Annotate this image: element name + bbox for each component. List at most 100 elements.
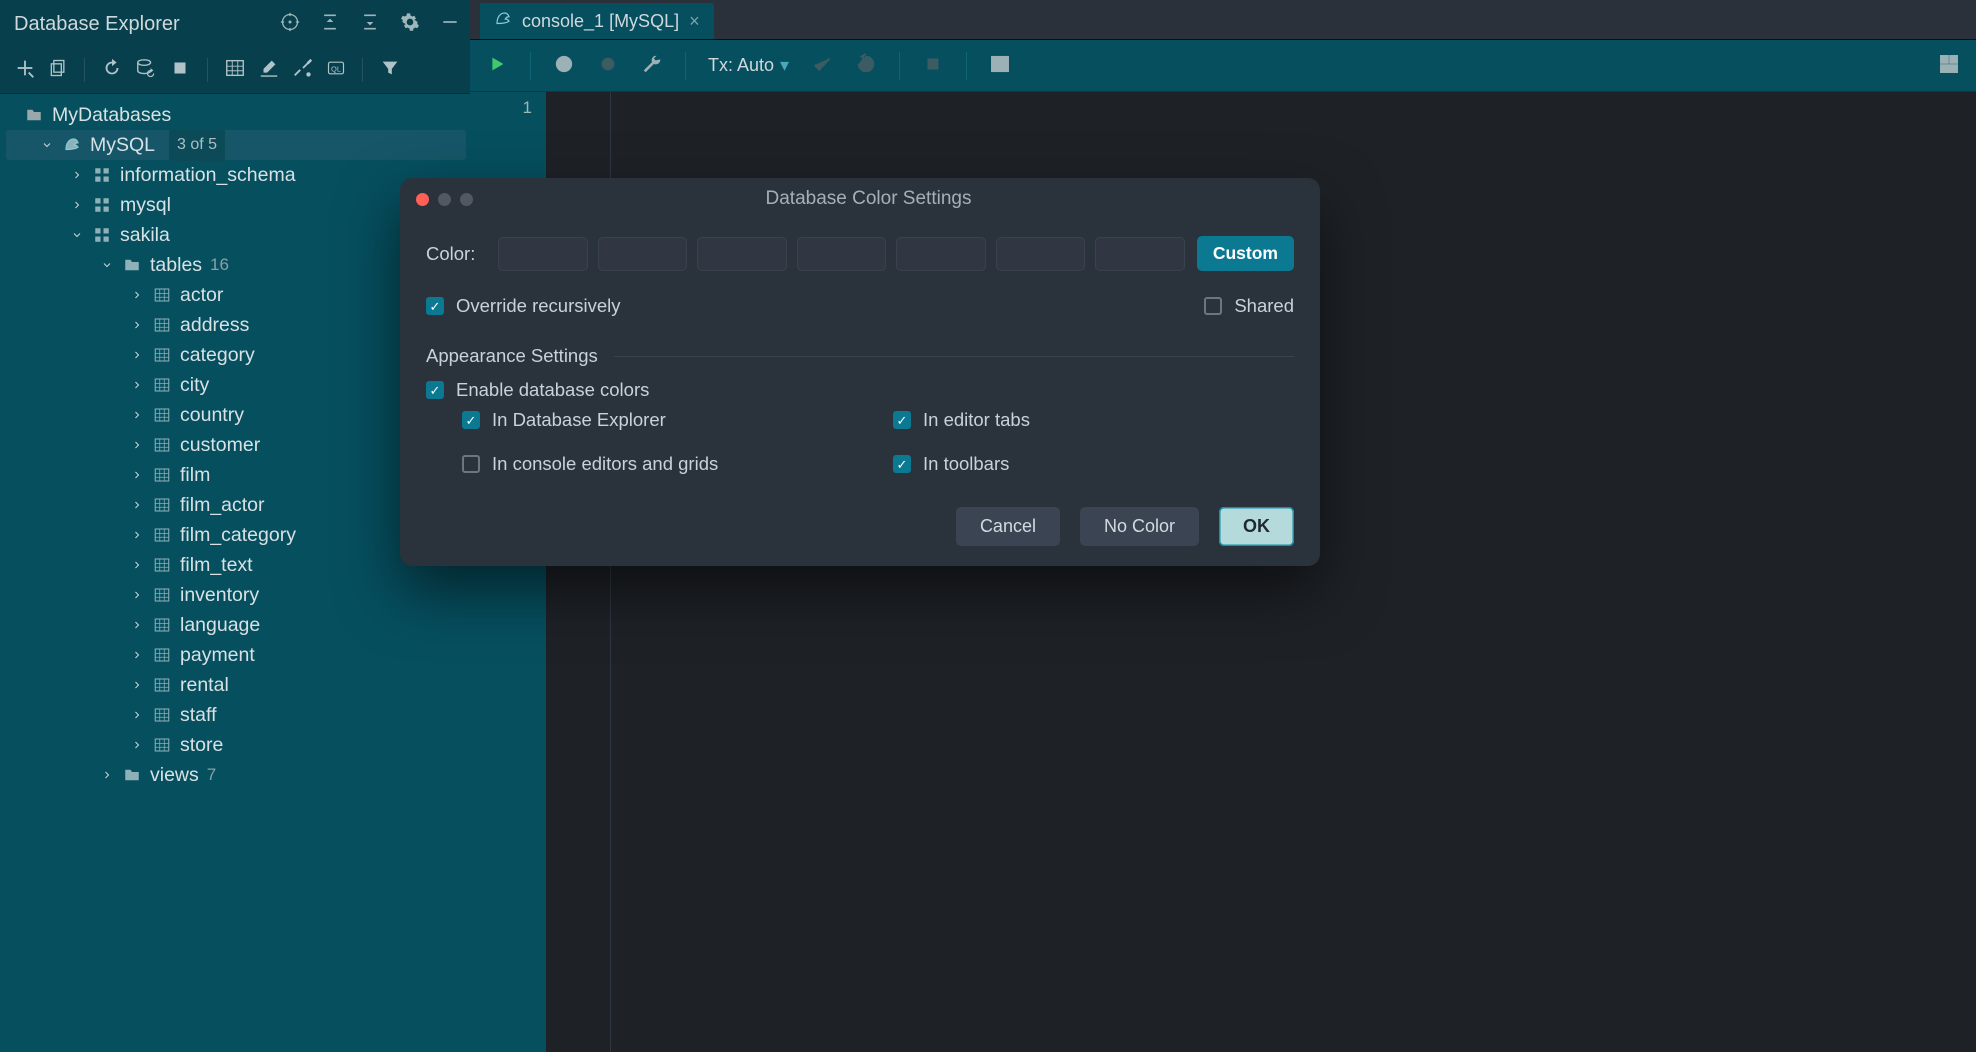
color-swatch-3[interactable] xyxy=(697,237,787,271)
filter-icon[interactable] xyxy=(379,57,401,82)
tree-node-table-actor[interactable]: actor xyxy=(6,280,466,310)
tree-node-table-city[interactable]: city xyxy=(6,370,466,400)
tree-node-tables-folder[interactable]: tables 16 xyxy=(6,250,466,280)
commit-icon[interactable] xyxy=(811,53,833,78)
color-label: Color: xyxy=(426,243,486,265)
editor-tab-console1[interactable]: console_1 [MySQL] × xyxy=(480,3,714,39)
settings-icon[interactable] xyxy=(400,12,420,35)
color-swatch-6[interactable] xyxy=(996,237,1086,271)
tree-node-table-address[interactable]: address xyxy=(6,310,466,340)
close-window-icon[interactable] xyxy=(416,193,429,206)
tree-root-folder[interactable]: MyDatabases xyxy=(6,100,466,130)
color-swatch-4[interactable] xyxy=(797,237,887,271)
layout-icon[interactable] xyxy=(1938,53,1960,78)
tree-node-table-film[interactable]: film xyxy=(6,460,466,490)
collapse-all-icon[interactable] xyxy=(360,12,380,35)
table-label: rental xyxy=(180,670,229,700)
ok-button[interactable]: OK xyxy=(1219,507,1294,546)
tree-node-table-film_category[interactable]: film_category xyxy=(6,520,466,550)
record-icon[interactable] xyxy=(597,53,619,78)
override-label: Override recursively xyxy=(456,295,621,317)
mysql-label: MySQL xyxy=(90,130,155,160)
tree-node-table-language[interactable]: language xyxy=(6,610,466,640)
tree-node-table-film_actor[interactable]: film_actor xyxy=(6,490,466,520)
checkbox-icon xyxy=(462,411,480,429)
tree-node-views-folder[interactable]: views 7 xyxy=(6,760,466,790)
target-icon[interactable] xyxy=(280,12,300,35)
color-swatch-1[interactable] xyxy=(498,237,588,271)
tree-node-table-customer[interactable]: customer xyxy=(6,430,466,460)
table-icon xyxy=(152,586,172,604)
tree-node-table-staff[interactable]: staff xyxy=(6,700,466,730)
database-color-settings-dialog: Database Color Settings Color: Custom xyxy=(400,178,1320,566)
table-view-icon[interactable] xyxy=(224,57,246,82)
chevron-down-icon: ▾ xyxy=(780,55,789,76)
no-color-button[interactable]: No Color xyxy=(1080,507,1199,546)
tab-label: console_1 [MySQL] xyxy=(522,11,679,32)
new-icon[interactable] xyxy=(14,57,36,82)
tree-node-table-country[interactable]: country xyxy=(6,400,466,430)
in-console-editors-checkbox[interactable]: In console editors and grids xyxy=(462,453,863,475)
tx-mode-dropdown[interactable]: Tx: Auto ▾ xyxy=(708,55,789,76)
views-count: 7 xyxy=(207,760,216,790)
sidebar-header: Database Explorer xyxy=(0,0,470,46)
cancel-button[interactable]: Cancel xyxy=(956,507,1060,546)
rollback-icon[interactable] xyxy=(855,53,877,78)
edit-icon[interactable] xyxy=(258,57,280,82)
table-icon xyxy=(152,526,172,544)
tree-node-table-category[interactable]: category xyxy=(6,340,466,370)
divider xyxy=(614,356,1294,357)
tree-node-table-film_text[interactable]: film_text xyxy=(6,550,466,580)
run-icon[interactable] xyxy=(486,53,508,78)
minimize-icon[interactable] xyxy=(440,12,460,35)
table-label: payment xyxy=(180,640,255,670)
stop-query-icon[interactable] xyxy=(922,53,944,78)
table-icon xyxy=(152,556,172,574)
dialog-title: Database Color Settings xyxy=(433,188,1304,210)
checkbox-icon xyxy=(426,297,444,315)
navigate-icon[interactable] xyxy=(292,57,314,82)
wrench-icon[interactable] xyxy=(641,53,663,78)
in-editor-tabs-checkbox[interactable]: In editor tabs xyxy=(893,409,1294,431)
expand-all-icon[interactable] xyxy=(320,12,340,35)
history-icon[interactable] xyxy=(553,53,575,78)
tree-node-mysql-schema[interactable]: mysql xyxy=(6,190,466,220)
tree-node-table-rental[interactable]: rental xyxy=(6,670,466,700)
tree-node-sakila[interactable]: sakila xyxy=(6,220,466,250)
sidebar-title: Database Explorer xyxy=(14,13,180,36)
table-icon xyxy=(152,286,172,304)
tree-node-table-payment[interactable]: payment xyxy=(6,640,466,670)
tree-node-information-schema[interactable]: information_schema xyxy=(6,160,466,190)
close-icon[interactable]: × xyxy=(689,11,700,32)
refresh-icon[interactable] xyxy=(101,57,123,82)
override-recursively-checkbox[interactable]: Override recursively xyxy=(426,295,621,317)
table-icon xyxy=(152,616,172,634)
in-db-explorer-checkbox[interactable]: In Database Explorer xyxy=(462,409,863,431)
color-swatch-5[interactable] xyxy=(896,237,986,271)
table-label: inventory xyxy=(180,580,259,610)
table-icon xyxy=(152,706,172,724)
tree-node-table-inventory[interactable]: inventory xyxy=(6,580,466,610)
color-swatch-2[interactable] xyxy=(598,237,688,271)
table-label: address xyxy=(180,310,249,340)
table-label: country xyxy=(180,400,244,430)
table-label: film_actor xyxy=(180,490,265,520)
stop-icon[interactable] xyxy=(169,57,191,82)
copy-icon[interactable] xyxy=(48,58,68,81)
schema-icon xyxy=(92,226,112,244)
result-grid-icon[interactable] xyxy=(989,53,1011,78)
table-label: customer xyxy=(180,430,260,460)
table-icon xyxy=(152,376,172,394)
refresh-schema-icon[interactable] xyxy=(135,57,157,82)
tree-node-mysql[interactable]: MySQL 3 of 5 xyxy=(6,130,466,160)
custom-color-button[interactable]: Custom xyxy=(1197,236,1294,271)
mysql-icon xyxy=(62,136,82,154)
shared-checkbox[interactable]: Shared xyxy=(1204,295,1294,317)
tree-node-table-store[interactable]: store xyxy=(6,730,466,760)
table-label: category xyxy=(180,340,255,370)
color-swatch-7[interactable] xyxy=(1095,237,1185,271)
table-label: store xyxy=(180,730,223,760)
ql-icon[interactable]: QL xyxy=(326,58,346,81)
in-toolbars-checkbox[interactable]: In toolbars xyxy=(893,453,1294,475)
enable-db-colors-checkbox[interactable]: Enable database colors xyxy=(426,379,1294,401)
